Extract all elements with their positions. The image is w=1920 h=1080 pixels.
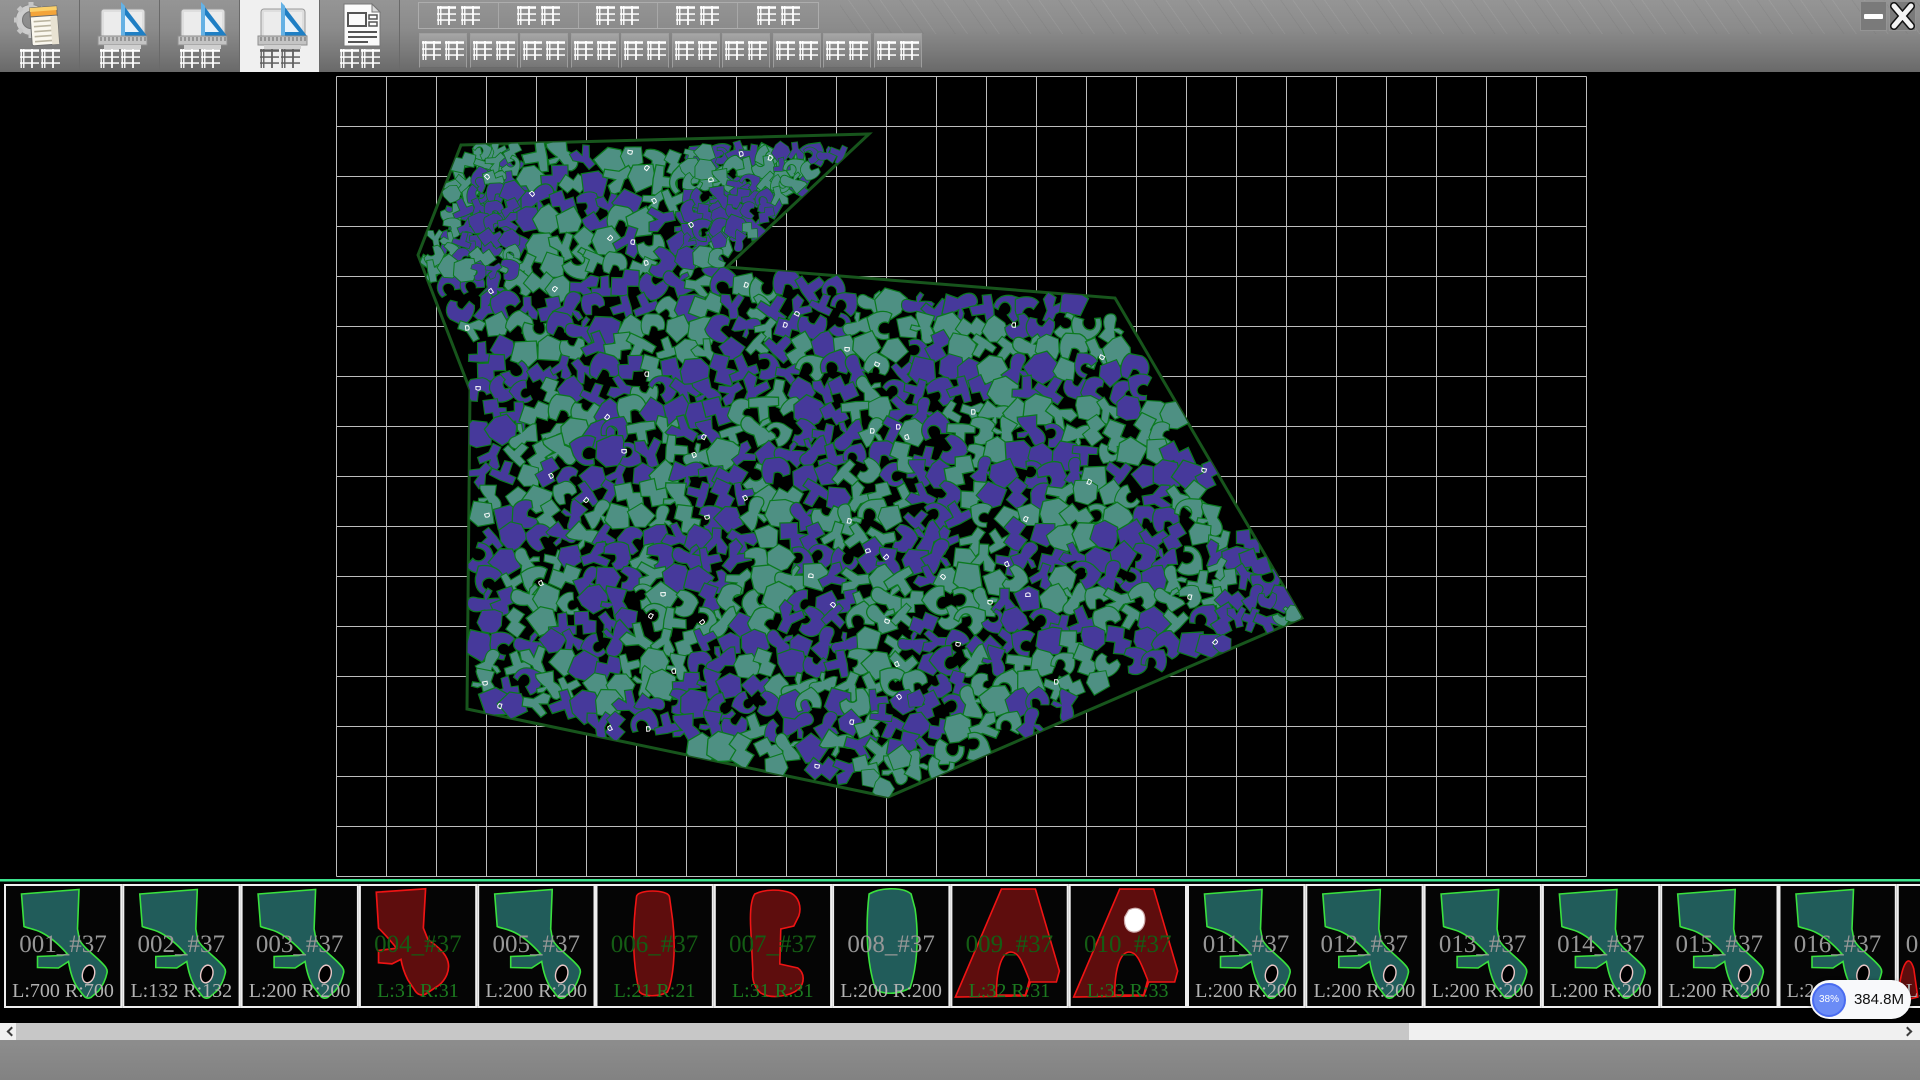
svg-text:L:200 R:200: L:200 R:200: [1432, 980, 1534, 1002]
svg-text:010_#37: 010_#37: [1084, 931, 1172, 958]
svg-text:011_#37: 011_#37: [1203, 931, 1290, 958]
svg-text:005_#37: 005_#37: [492, 931, 580, 958]
svg-text:L:200 R:200: L:200 R:200: [485, 980, 587, 1002]
svg-text:L:700 R:700: L:700 R:700: [12, 980, 114, 1002]
svg-text:008_#37: 008_#37: [847, 931, 935, 958]
svg-text:L:200 R:200: L:200 R:200: [1668, 980, 1770, 1002]
svg-text:L:31 R:31: L:31 R:31: [732, 980, 814, 1002]
svg-text:017_#37: 017_#37: [1906, 931, 1920, 958]
svg-text:001_#37: 001_#37: [19, 931, 107, 958]
svg-text:016_#37: 016_#37: [1794, 931, 1882, 958]
svg-text:015_#37: 015_#37: [1675, 931, 1763, 958]
svg-text:L:32 R:31: L:32 R:31: [969, 980, 1051, 1002]
svg-text:L:132 R:132: L:132 R:132: [130, 980, 232, 1002]
svg-text:004_#37: 004_#37: [374, 931, 462, 958]
svg-text:L:200 R:200: L:200 R:200: [1313, 980, 1415, 1002]
svg-text:L:21 R:21: L:21 R:21: [614, 980, 696, 1002]
svg-text:006_#37: 006_#37: [611, 931, 699, 958]
svg-text:009_#37: 009_#37: [966, 931, 1054, 958]
svg-text:003_#37: 003_#37: [256, 931, 344, 958]
svg-text:013_#37: 013_#37: [1439, 931, 1527, 958]
svg-text:L:200 R:200: L:200 R:200: [1550, 980, 1652, 1002]
svg-text:007_#37: 007_#37: [729, 931, 817, 958]
svg-text:L:200 R:200: L:200 R:200: [840, 980, 942, 1002]
svg-text:L:200 R:200: L:200 R:200: [1195, 980, 1297, 1002]
svg-text:002_#37: 002_#37: [138, 931, 226, 958]
svg-text:012_#37: 012_#37: [1321, 931, 1409, 958]
svg-text:014_#37: 014_#37: [1557, 931, 1645, 958]
svg-text:L:33 R:33: L:33 R:33: [1087, 980, 1169, 1002]
svg-text:L:200 R:200: L:200 R:200: [249, 980, 351, 1002]
svg-text:L:31 R:31: L:31 R:31: [377, 980, 459, 1002]
